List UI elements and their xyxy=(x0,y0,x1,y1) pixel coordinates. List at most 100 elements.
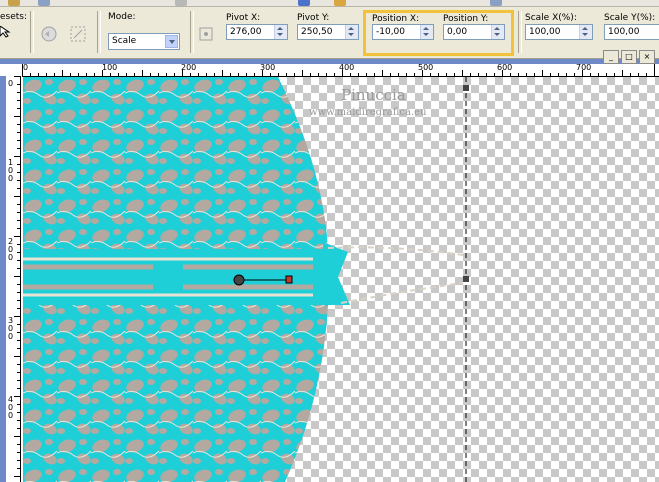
ruler-tick xyxy=(17,140,20,141)
pivot-x-spinner[interactable] xyxy=(274,25,287,39)
ruler-tick xyxy=(214,73,215,76)
ruler-tick xyxy=(38,73,39,76)
save-icon[interactable] xyxy=(38,0,50,6)
ruler-tick xyxy=(17,100,20,101)
ruler-tick xyxy=(446,73,447,76)
ruler-tick xyxy=(254,73,255,76)
ruler-tick xyxy=(17,204,20,205)
separator xyxy=(30,11,34,53)
ruler-tick xyxy=(286,73,287,76)
ruler-tick xyxy=(486,73,487,76)
mode-select[interactable]: Scale xyxy=(108,33,180,50)
layers-icon[interactable] xyxy=(490,0,502,6)
ruler-label: 0 xyxy=(8,79,14,88)
scale-y-label: Scale Y(%): xyxy=(604,13,656,23)
ruler-tick xyxy=(17,292,20,293)
ruler-tick xyxy=(14,396,20,397)
ruler-tick xyxy=(334,73,335,76)
ruler-tick xyxy=(17,364,20,365)
ruler-tick xyxy=(206,73,207,76)
ruler-tick xyxy=(422,70,423,76)
reset-icon[interactable] xyxy=(39,24,59,44)
pivot-x-field[interactable] xyxy=(226,24,288,40)
scale-x-input[interactable] xyxy=(527,26,579,38)
ruler-tick xyxy=(17,444,20,445)
ruler-tick xyxy=(566,73,567,76)
scale-y-input[interactable] xyxy=(606,26,658,38)
pivot-y-label: Pivot Y: xyxy=(297,13,330,23)
scale-x-spinner[interactable] xyxy=(579,25,592,39)
ruler-corner xyxy=(0,64,22,76)
ruler-tick xyxy=(17,172,20,173)
ruler-tick xyxy=(17,108,20,109)
ruler-tick xyxy=(110,73,111,76)
ruler-tick xyxy=(510,73,511,76)
ruler-tick xyxy=(518,73,519,76)
scale-x-field[interactable] xyxy=(525,24,593,40)
ruler-tick xyxy=(78,73,79,76)
ruler-label: 500 xyxy=(418,63,434,72)
ruler-tick xyxy=(614,73,615,76)
scale-y-field[interactable] xyxy=(604,24,659,40)
ruler-tick xyxy=(17,308,20,309)
ruler-tick xyxy=(70,73,71,76)
ruler-tick xyxy=(582,70,583,76)
pivot-y-field[interactable] xyxy=(297,24,359,40)
mode-value: Scale xyxy=(112,36,137,46)
horizontal-ruler: 0 100 200 300 400 500 600 700 xyxy=(22,64,659,77)
pivot-x-input[interactable] xyxy=(228,26,274,38)
ruler-tick xyxy=(17,372,20,373)
ruler-tick xyxy=(142,70,143,76)
pivot-y-input[interactable] xyxy=(299,26,345,38)
ruler-tick xyxy=(17,468,20,469)
close-button[interactable]: × xyxy=(639,50,655,64)
vertical-ruler: 0 100 200 300 400 xyxy=(6,76,21,482)
image-canvas[interactable]: Pinuccia www.maidiregrafica.eu xyxy=(23,77,659,482)
pivot-x-label: Pivot X: xyxy=(226,13,261,23)
pivot-icon[interactable] xyxy=(196,24,216,44)
ruler-tick xyxy=(358,73,359,76)
ruler-tick xyxy=(230,73,231,76)
ruler-tick xyxy=(150,73,151,76)
ruler-tick xyxy=(198,73,199,76)
ruler-tick xyxy=(598,73,599,76)
help-icon[interactable] xyxy=(298,0,310,6)
undo-icon[interactable] xyxy=(175,0,187,6)
ruler-tick xyxy=(14,156,20,157)
ruler-tick xyxy=(14,276,20,277)
ruler-tick xyxy=(462,70,463,76)
ruler-tick xyxy=(470,73,471,76)
position-highlight-frame xyxy=(363,10,514,56)
ruler-tick xyxy=(622,70,623,76)
ruler-tick xyxy=(17,332,20,333)
chevron-down-icon[interactable] xyxy=(165,35,178,48)
pivot-point-handle[interactable] xyxy=(233,274,245,286)
ruler-tick xyxy=(190,73,191,76)
ruler-tick xyxy=(302,70,303,76)
ruler-tick xyxy=(17,388,20,389)
apply-icon[interactable] xyxy=(68,24,88,44)
ruler-tick xyxy=(17,428,20,429)
zoom-icon[interactable] xyxy=(334,0,346,6)
resize-handle[interactable] xyxy=(463,276,469,282)
minimize-button[interactable]: _ xyxy=(603,50,619,64)
open-file-icon[interactable] xyxy=(8,0,20,6)
rotation-handle[interactable] xyxy=(285,275,293,284)
ruler-tick xyxy=(86,73,87,76)
arrow-cursor-icon[interactable] xyxy=(0,26,12,38)
ruler-tick xyxy=(17,252,20,253)
resize-handle[interactable] xyxy=(463,85,469,91)
ruler-tick xyxy=(17,284,20,285)
ruler-tick xyxy=(526,73,527,76)
ruler-tick xyxy=(17,180,20,181)
ruler-tick xyxy=(17,92,20,93)
ruler-tick xyxy=(17,228,20,229)
pivot-y-spinner[interactable] xyxy=(345,25,358,39)
ruler-tick xyxy=(502,70,503,76)
ruler-tick xyxy=(17,380,20,381)
ruler-tick xyxy=(102,70,103,76)
ruler-tick xyxy=(310,73,311,76)
ruler-tick xyxy=(17,268,20,269)
lace-pattern-layer[interactable] xyxy=(23,77,659,482)
restore-button[interactable]: □ xyxy=(621,50,637,64)
